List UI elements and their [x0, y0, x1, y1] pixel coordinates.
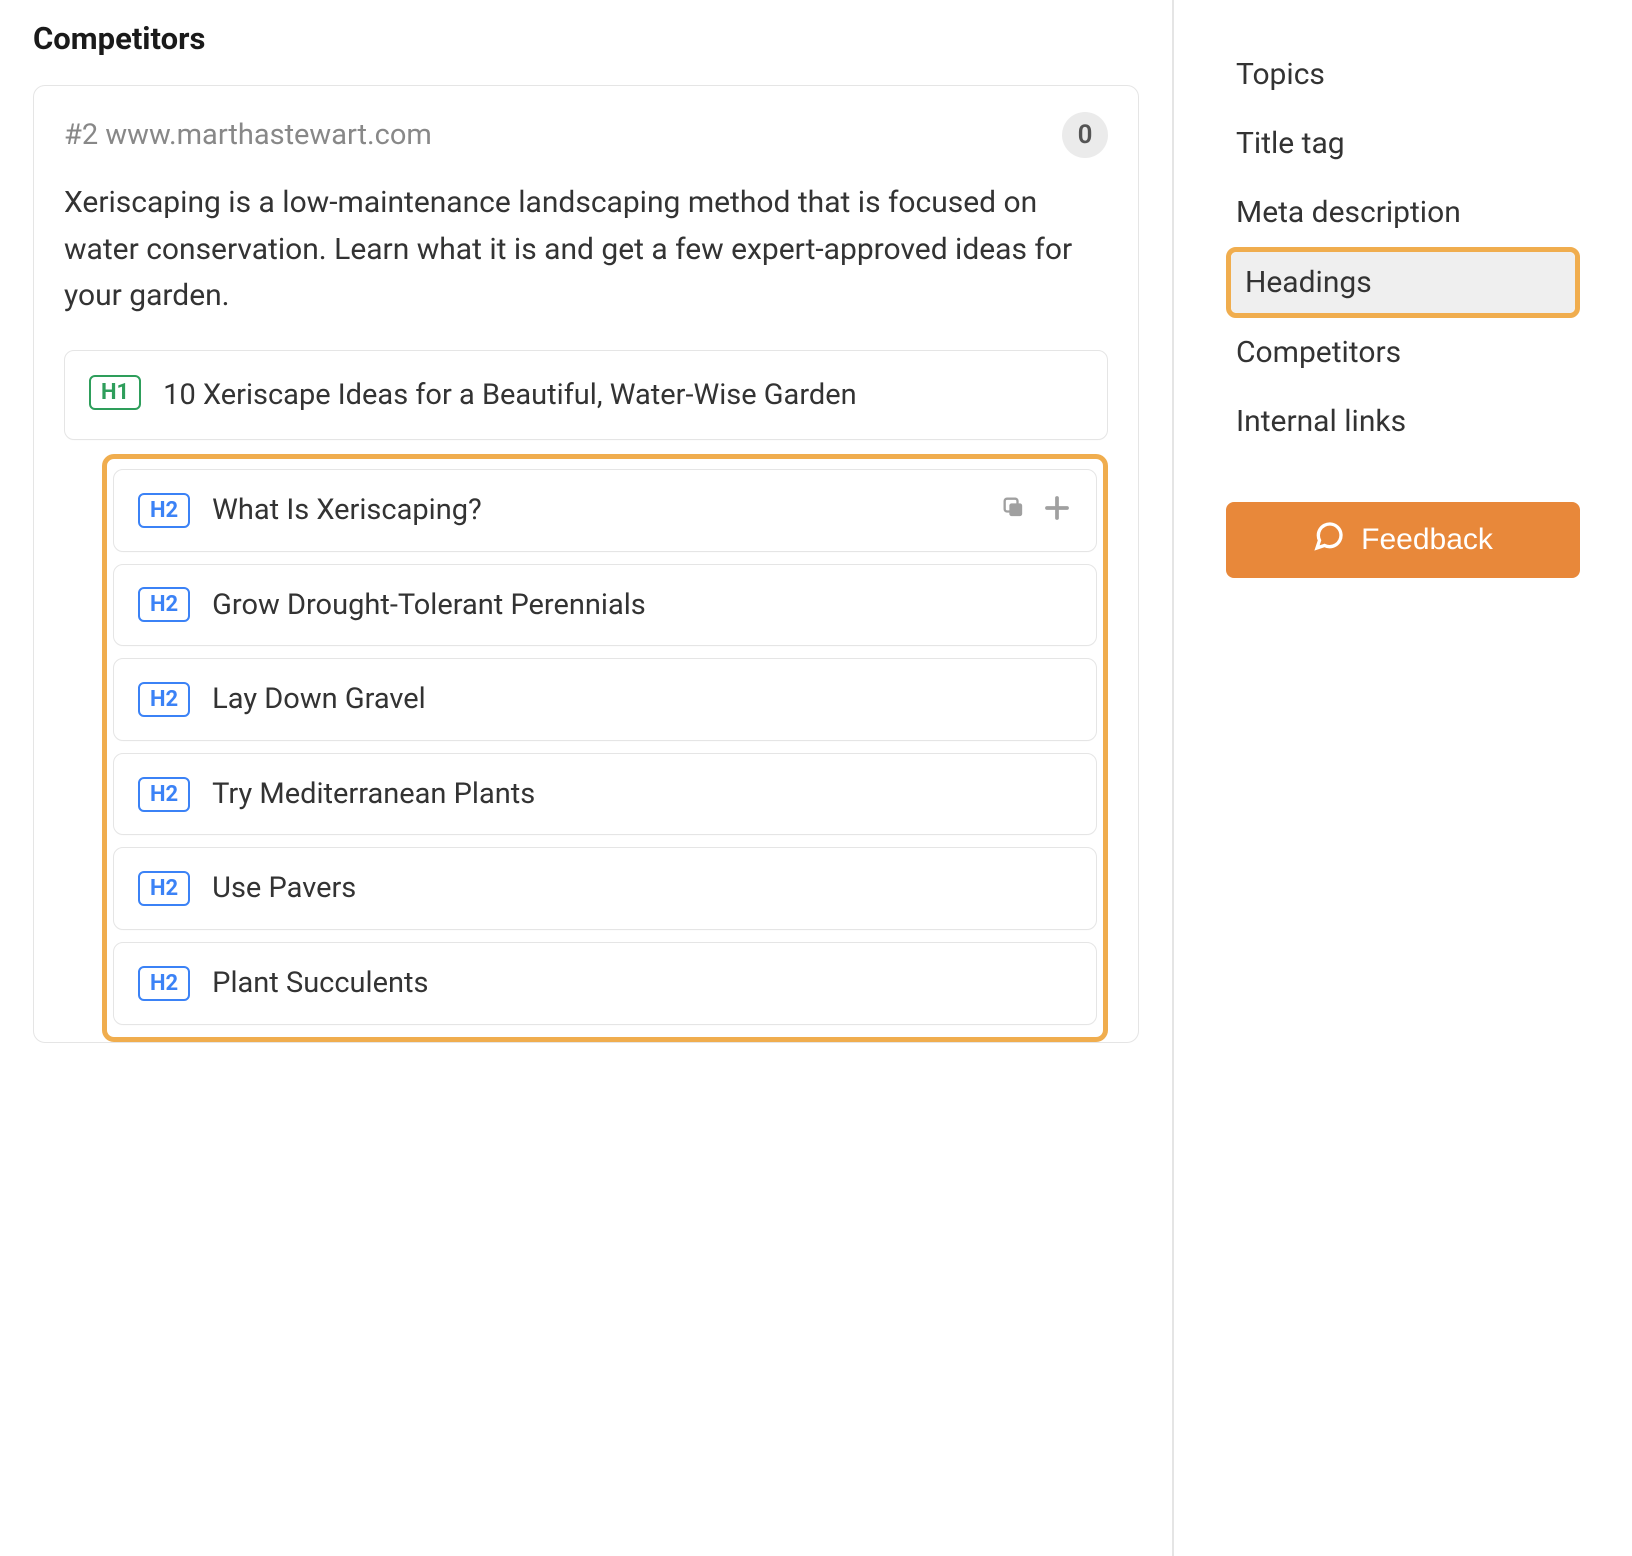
h2-tag: H2: [138, 587, 190, 622]
copy-icon[interactable]: [1000, 494, 1028, 526]
card-header: #2 www.marthastewart.com 0: [64, 112, 1108, 158]
competitor-rank: #2: [64, 118, 98, 152]
h2-tag: H2: [138, 871, 190, 906]
nav-internal-links[interactable]: Internal links: [1226, 387, 1580, 456]
nav-list: Topics Title tag Meta description Headin…: [1226, 40, 1580, 456]
heading-h1-text: 10 Xeriscape Ideas for a Beautiful, Wate…: [163, 375, 1083, 416]
heading-h2-card[interactable]: H2 Lay Down Gravel: [113, 658, 1097, 741]
heading-h1-card[interactable]: H1 10 Xeriscape Ideas for a Beautiful, W…: [64, 350, 1108, 441]
h2-tag: H2: [138, 493, 190, 528]
heading-h2-card[interactable]: H2 Try Mediterranean Plants: [113, 753, 1097, 836]
nav-topics[interactable]: Topics: [1226, 40, 1580, 109]
nav-competitors[interactable]: Competitors: [1226, 318, 1580, 387]
h2-tag: H2: [138, 777, 190, 812]
plus-icon[interactable]: [1042, 493, 1072, 527]
nav-title-tag[interactable]: Title tag: [1226, 109, 1580, 178]
page-title: Competitors: [33, 20, 1139, 57]
nav-meta-description[interactable]: Meta description: [1226, 178, 1580, 247]
heading-h2-text: Plant Succulents: [212, 963, 1072, 1004]
feedback-button-label: Feedback: [1361, 523, 1493, 557]
sidebar: Topics Title tag Meta description Headin…: [1174, 0, 1632, 1556]
count-badge: 0: [1062, 112, 1108, 158]
nav-headings[interactable]: Headings: [1226, 247, 1580, 318]
heading-h2-card[interactable]: H2 What Is Xeriscaping?: [113, 469, 1097, 552]
competitor-card: #2 www.marthastewart.com 0 Xeriscaping i…: [33, 85, 1139, 1043]
heading-h2-text: Lay Down Gravel: [212, 679, 1072, 720]
h1-tag: H1: [89, 375, 141, 410]
h2-tag: H2: [138, 966, 190, 1001]
h2-highlight-group: H2 What Is Xeriscaping? H2 Grow Drought-…: [102, 454, 1108, 1042]
nav-headings-label: Headings: [1231, 252, 1575, 313]
heading-h2-card[interactable]: H2 Plant Succulents: [113, 942, 1097, 1025]
competitor-description: Xeriscaping is a low-maintenance landsca…: [64, 180, 1108, 320]
competitor-site: #2 www.marthastewart.com: [64, 118, 432, 152]
heading-h2-card[interactable]: H2 Grow Drought-Tolerant Perennials: [113, 564, 1097, 647]
h2-tag: H2: [138, 682, 190, 717]
feedback-button[interactable]: Feedback: [1226, 502, 1580, 578]
heading-h2-text: What Is Xeriscaping?: [212, 490, 978, 531]
heading-h2-text: Grow Drought-Tolerant Perennials: [212, 585, 1072, 626]
heading-h2-card[interactable]: H2 Use Pavers: [113, 847, 1097, 930]
heading-h2-text: Use Pavers: [212, 868, 1072, 909]
heading-h2-text: Try Mediterranean Plants: [212, 774, 1072, 815]
competitor-domain: www.marthastewart.com: [105, 118, 431, 152]
chat-icon: [1313, 520, 1345, 560]
